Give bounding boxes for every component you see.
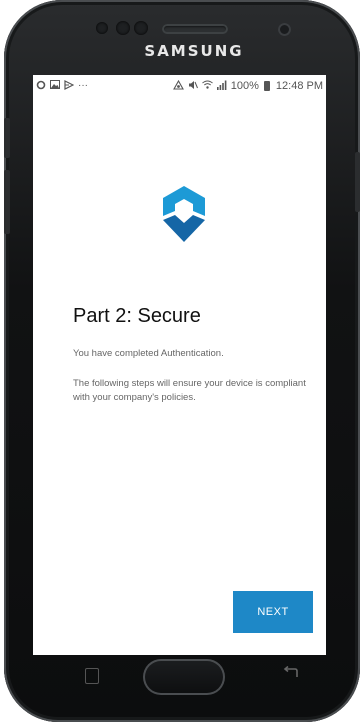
signal-icon	[216, 80, 227, 93]
front-camera-icon	[278, 23, 291, 36]
logo-top-right-segment	[184, 186, 205, 216]
gallery-icon	[50, 80, 60, 92]
wifi-icon	[201, 80, 213, 92]
status-bar: ··· 100% 12:48 PM	[33, 75, 326, 97]
battery-icon	[263, 81, 270, 91]
app-logo-icon	[163, 186, 205, 242]
cast-icon	[64, 79, 75, 93]
page-title: Part 2: Secure	[73, 305, 201, 327]
logo-bottom-segment	[163, 215, 205, 242]
instructions-message: The following steps will ensure your dev…	[73, 378, 306, 403]
next-button[interactable]: NEXT	[233, 591, 313, 633]
power-button	[355, 152, 360, 212]
mute-icon	[188, 80, 198, 93]
status-right: 100% 12:48 PM	[170, 79, 326, 93]
sync-icon	[36, 80, 46, 93]
sensor-icon	[116, 21, 130, 35]
screen: ··· 100% 12:48 PM Part 2: Secure You hav…	[33, 75, 326, 655]
more-dots-icon: ···	[78, 80, 88, 91]
back-icon[interactable]	[281, 665, 301, 686]
status-time: 12:48 PM	[275, 80, 323, 92]
recent-apps-icon[interactable]	[85, 668, 99, 684]
status-left: ···	[33, 79, 91, 93]
sensor-icon	[134, 21, 148, 35]
completion-message: You have completed Authentication.	[73, 348, 224, 359]
brand-logo: SAMSUNG	[144, 42, 244, 60]
hardware-nav-keys	[33, 655, 326, 701]
earpiece-speaker	[162, 24, 228, 34]
nfc-icon	[172, 79, 184, 93]
logo-top-left-segment	[163, 186, 184, 216]
screenshot-canvas: SAMSUNG ··· 100% 12:48 PM Part 2: Secure…	[0, 0, 360, 725]
battery-percent: 100%	[230, 80, 259, 92]
volume-down-button	[4, 170, 10, 234]
volume-up-button	[4, 118, 10, 158]
home-button[interactable]	[143, 659, 225, 695]
sensor-icon	[96, 22, 108, 34]
